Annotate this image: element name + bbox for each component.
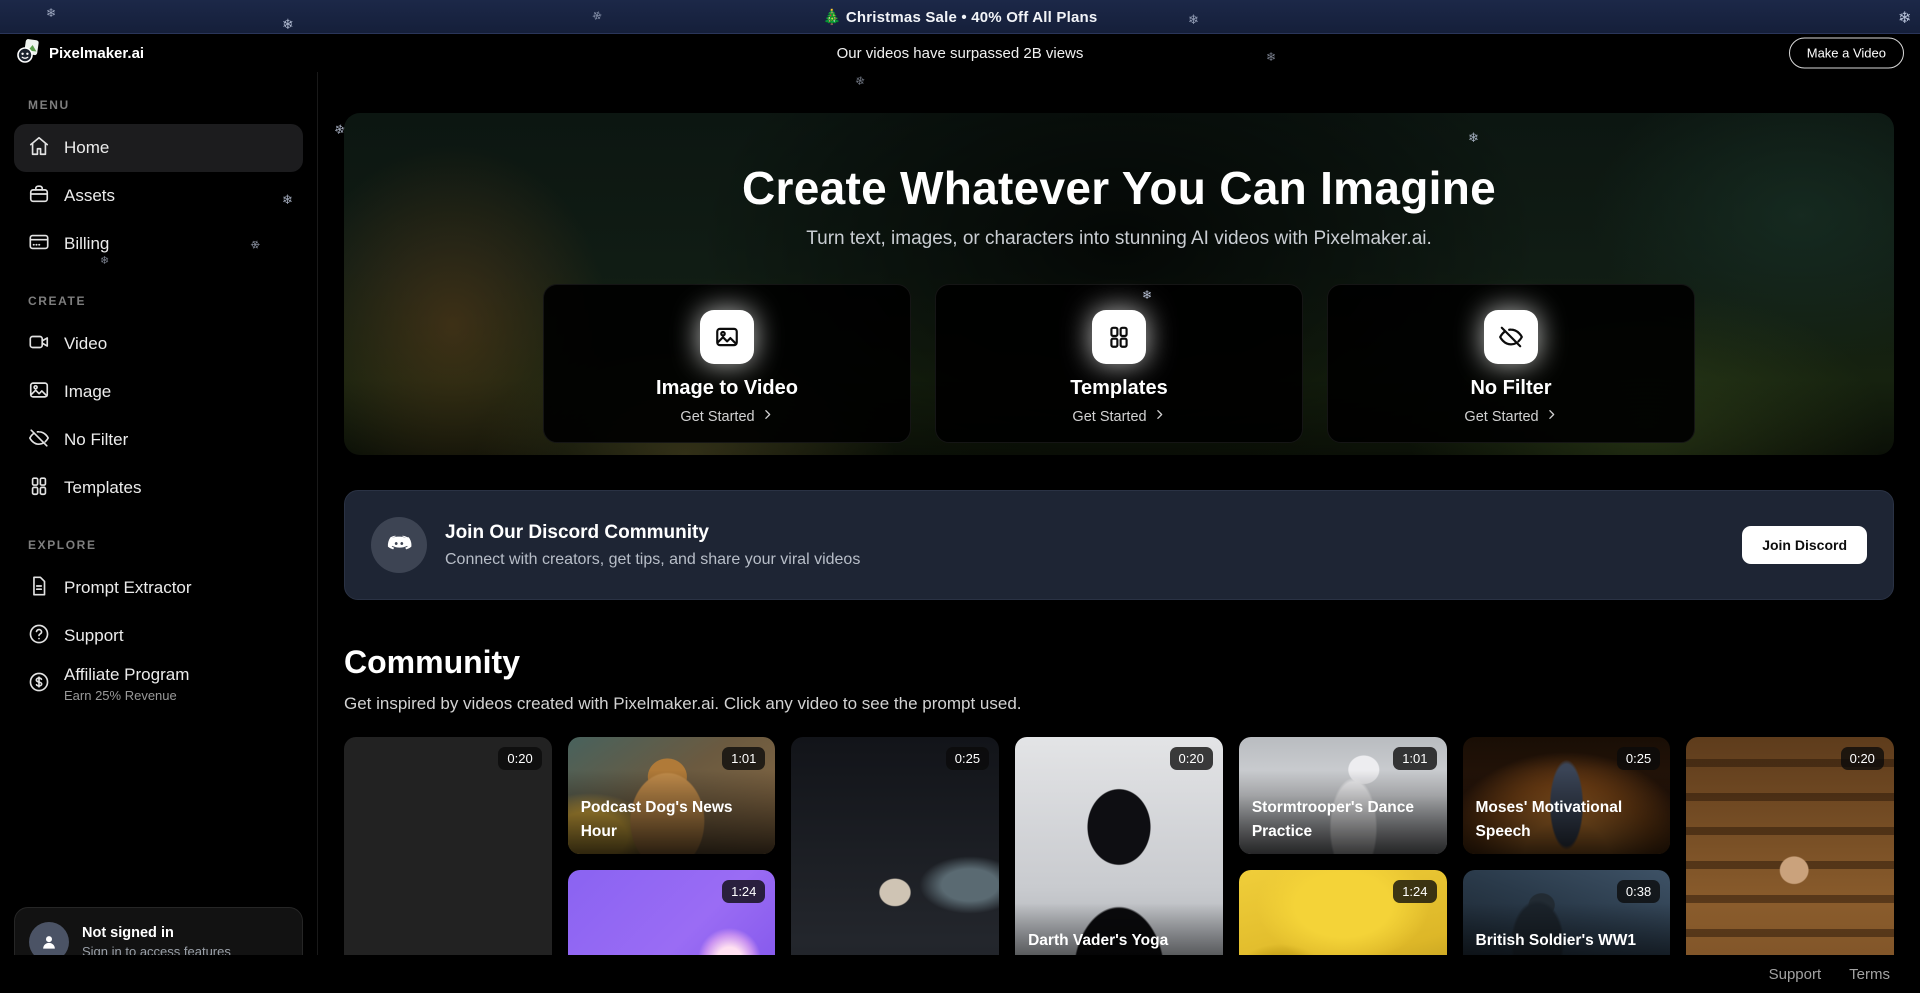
get-started-label: Get Started [1464, 409, 1538, 425]
signin-title: Not signed in [82, 925, 231, 941]
sidebar-item-prompt-extractor[interactable]: Prompt Extractor [14, 564, 303, 612]
card-title: Image to Video [656, 377, 798, 400]
video-thumbnail-stormtrooper[interactable]: 1:01 Stormtrooper's Dance Practice [1239, 737, 1447, 854]
sidebar-item-label: No Filter [64, 430, 128, 450]
sidebar-item-sublabel: Earn 25% Revenue [64, 688, 189, 703]
card-templates[interactable]: Templates Get Started [935, 284, 1303, 443]
promo-text: 🎄 Christmas Sale • 40% Off All Plans [823, 8, 1098, 26]
card-no-filter[interactable]: No Filter Get Started [1327, 284, 1695, 443]
card-image-to-video[interactable]: Image to Video Get Started [543, 284, 911, 443]
hero-subtitle: Turn text, images, or characters into st… [806, 228, 1432, 250]
sidebar-item-billing[interactable]: Billing [14, 220, 303, 268]
hero-banner: Create Whatever You Can Imagine Turn tex… [344, 113, 1894, 455]
templates-grid-icon [28, 475, 50, 502]
sidebar-item-no-filter[interactable]: No Filter [14, 416, 303, 464]
sidebar-item-label: Billing [64, 234, 109, 254]
chevron-right-icon [1153, 408, 1166, 425]
hero-title: Create Whatever You Can Imagine [742, 161, 1496, 215]
sidebar-item-image[interactable]: Image [14, 368, 303, 416]
sidebar-item-label: Support [64, 626, 124, 646]
sidebar-item-home[interactable]: Home [14, 124, 303, 172]
chevron-right-icon [1545, 408, 1558, 425]
sidebar: MENU Home Assets Billing CREATE [0, 72, 318, 993]
sidebar-item-label: Affiliate Program [64, 665, 189, 685]
get-started-label: Get Started [1072, 409, 1146, 425]
templates-grid-icon [1092, 310, 1146, 364]
video-title: Podcast Dog's News Hour [568, 770, 776, 854]
duration-badge: 0:25 [1617, 747, 1660, 770]
video-thumbnail-podcast-dog[interactable]: 1:01 Podcast Dog's News Hour [568, 737, 776, 854]
image-icon [28, 379, 50, 406]
dollar-circle-icon [28, 671, 50, 698]
no-filter-icon [1484, 310, 1538, 364]
sidebar-item-video[interactable]: Video [14, 320, 303, 368]
document-icon [28, 575, 50, 602]
credit-card-icon [28, 231, 50, 258]
views-tagline: Our videos have surpassed 2B views [0, 45, 1920, 62]
sidebar-item-assets[interactable]: Assets [14, 172, 303, 220]
section-label-create: CREATE [28, 294, 289, 308]
duration-badge: 0:20 [498, 747, 541, 770]
duration-badge: 1:24 [722, 880, 765, 903]
video-title: Moses' Motivational Speech [1463, 770, 1671, 854]
briefcase-icon [28, 183, 50, 210]
duration-badge: 0:20 [1841, 747, 1884, 770]
footer: Support Terms [0, 955, 1920, 993]
card-title: No Filter [1470, 377, 1551, 400]
christmas-emoji-icon: 🎄 [823, 9, 842, 26]
discord-banner: Join Our Discord Community Connect with … [344, 490, 1894, 600]
duration-badge: 1:01 [722, 747, 765, 770]
make-a-video-button[interactable]: Make a Video [1789, 38, 1904, 69]
discord-title: Join Our Discord Community [445, 522, 860, 544]
sidebar-item-label: Templates [64, 478, 141, 498]
video-thumbnail-darth-vader[interactable]: 0:20 Darth Vader's Yoga Class [1015, 737, 1223, 987]
chevron-right-icon [761, 408, 774, 425]
duration-badge: 1:01 [1393, 747, 1436, 770]
pixelmaker-app: 🎄 Christmas Sale • 40% Off All Plans ❄ ❄… [0, 0, 1920, 993]
sidebar-item-affiliate-program[interactable]: Affiliate Program Earn 25% Revenue [14, 660, 303, 708]
help-circle-icon [28, 623, 50, 650]
main-content: Create Whatever You Can Imagine Turn tex… [318, 72, 1920, 993]
duration-badge: 1:24 [1393, 880, 1436, 903]
join-discord-button[interactable]: Join Discord [1742, 526, 1867, 564]
get-started-link[interactable]: Get Started [680, 408, 773, 425]
promo-text-label: Christmas Sale • 40% Off All Plans [846, 9, 1098, 26]
video-camera-icon [28, 331, 50, 358]
get-started-link[interactable]: Get Started [1464, 408, 1557, 425]
card-title: Templates [1070, 377, 1167, 400]
sidebar-item-support[interactable]: Support [14, 612, 303, 660]
no-filter-icon [28, 427, 50, 454]
discord-subtitle: Connect with creators, get tips, and sha… [445, 551, 860, 569]
get-started-link[interactable]: Get Started [1072, 408, 1165, 425]
duration-badge: 0:25 [946, 747, 989, 770]
promo-banner: 🎄 Christmas Sale • 40% Off All Plans [0, 0, 1920, 34]
home-icon [28, 135, 50, 162]
section-label-menu: MENU [28, 98, 289, 112]
duration-badge: 0:38 [1617, 880, 1660, 903]
discord-icon [371, 517, 427, 573]
sidebar-item-label: Image [64, 382, 111, 402]
community-title: Community [344, 644, 1894, 681]
video-thumbnail-moses[interactable]: 0:25 Moses' Motivational Speech [1463, 737, 1671, 854]
duration-badge: 0:20 [1170, 747, 1213, 770]
image-icon [700, 310, 754, 364]
video-title: Stormtrooper's Dance Practice [1239, 770, 1447, 854]
top-header: Pixelmaker.ai Our videos have surpassed … [0, 34, 1920, 72]
community-subtitle: Get inspired by videos created with Pixe… [344, 694, 1894, 714]
footer-link-support[interactable]: Support [1769, 966, 1822, 983]
sidebar-item-label: Prompt Extractor [64, 578, 192, 598]
sidebar-item-label: Home [64, 138, 109, 158]
sidebar-item-templates[interactable]: Templates [14, 464, 303, 512]
get-started-label: Get Started [680, 409, 754, 425]
sidebar-item-label: Assets [64, 186, 115, 206]
footer-link-terms[interactable]: Terms [1849, 966, 1890, 983]
section-label-explore: EXPLORE [28, 538, 289, 552]
sidebar-item-label: Video [64, 334, 107, 354]
